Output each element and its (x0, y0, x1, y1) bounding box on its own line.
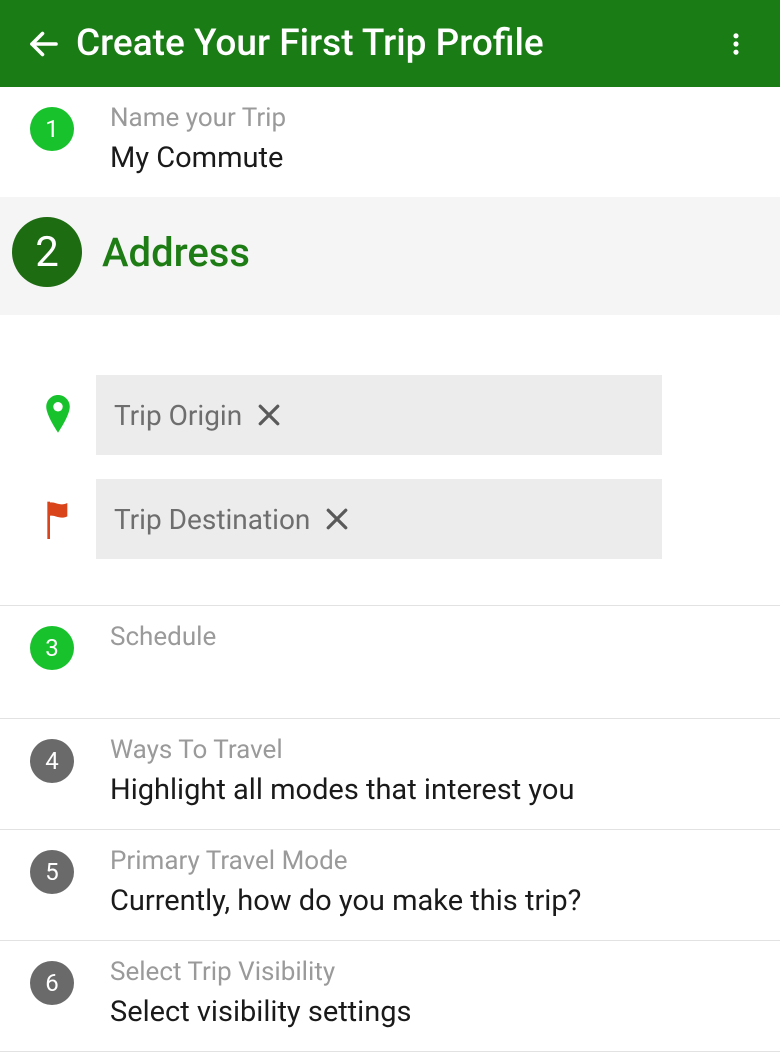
step-2-title: Address (102, 229, 250, 276)
close-icon (254, 400, 284, 430)
destination-placeholder: Trip Destination (114, 503, 310, 536)
destination-flag-icon (38, 499, 78, 539)
step-4-value: Highlight all modes that interest you (110, 773, 574, 807)
step-5-badge: 5 (30, 850, 74, 894)
overflow-menu-button[interactable] (714, 22, 758, 66)
arrow-left-icon (26, 26, 62, 62)
step-4-label: Ways To Travel (110, 735, 574, 765)
step-3-text: Schedule (110, 622, 216, 660)
step-1-row[interactable]: 1 Name your Trip My Commute (0, 87, 780, 197)
step-6-value: Select visibility settings (110, 995, 411, 1029)
origin-marker-icon (38, 395, 78, 435)
step-2-text: Address (102, 229, 250, 276)
step-3-badge: 3 (30, 626, 74, 670)
step-6-row[interactable]: 6 Select Trip Visibility Select visibili… (0, 941, 780, 1052)
step-5-value: Currently, how do you make this trip? (110, 884, 581, 918)
origin-row: Trip Origin (38, 375, 758, 455)
step-6-text: Select Trip Visibility Select visibility… (110, 957, 411, 1029)
step-5-row[interactable]: 5 Primary Travel Mode Currently, how do … (0, 830, 780, 941)
flag-icon (42, 499, 74, 539)
page-title: Create Your First Trip Profile (76, 22, 714, 65)
origin-clear-button[interactable] (254, 400, 284, 430)
step-2-badge: 2 (12, 217, 82, 287)
more-vertical-icon (722, 30, 750, 58)
destination-input[interactable]: Trip Destination (96, 479, 662, 559)
step-4-text: Ways To Travel Highlight all modes that … (110, 735, 574, 807)
origin-input[interactable]: Trip Origin (96, 375, 662, 455)
step-2-header: 2 Address (0, 197, 780, 315)
map-pin-icon (43, 395, 73, 435)
step-5-text: Primary Travel Mode Currently, how do yo… (110, 846, 581, 918)
step-4-row[interactable]: 4 Ways To Travel Highlight all modes tha… (0, 719, 780, 830)
step-1-label: Name your Trip (110, 103, 286, 133)
destination-row: Trip Destination (38, 479, 758, 559)
step-1-value: My Commute (110, 141, 286, 175)
step-3-row[interactable]: 3 Schedule (0, 606, 780, 719)
origin-placeholder: Trip Origin (114, 399, 242, 432)
step-4-badge: 4 (30, 739, 74, 783)
step-6-badge: 6 (30, 961, 74, 1005)
step-6-label: Select Trip Visibility (110, 957, 411, 987)
step-1-badge: 1 (30, 107, 74, 151)
back-button[interactable] (22, 22, 66, 66)
step-3-label: Schedule (110, 622, 216, 652)
address-section: Trip Origin Trip Destination (0, 315, 780, 606)
step-1-text: Name your Trip My Commute (110, 103, 286, 175)
step-5-label: Primary Travel Mode (110, 846, 581, 876)
destination-clear-button[interactable] (322, 504, 352, 534)
close-icon (322, 504, 352, 534)
app-bar: Create Your First Trip Profile (0, 0, 780, 87)
